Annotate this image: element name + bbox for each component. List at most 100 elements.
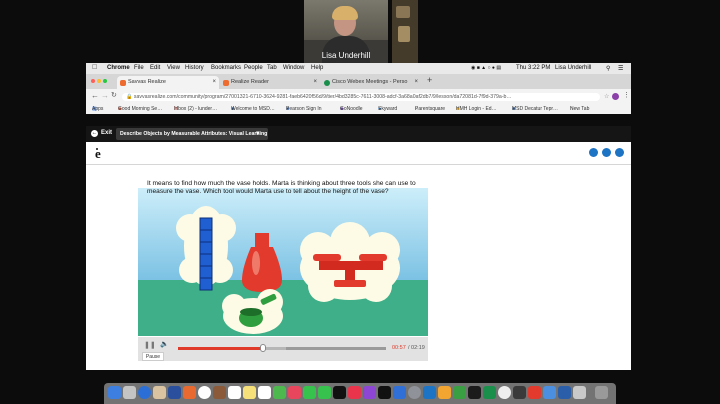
messages-icon[interactable] bbox=[303, 386, 316, 399]
photos-icon[interactable] bbox=[288, 386, 301, 399]
finder-icon[interactable] bbox=[108, 386, 121, 399]
progress-track[interactable] bbox=[178, 344, 386, 352]
news-icon[interactable] bbox=[333, 386, 346, 399]
notes-icon[interactable] bbox=[243, 386, 256, 399]
close-tab-icon[interactable]: × bbox=[313, 76, 317, 89]
music-icon[interactable] bbox=[348, 386, 361, 399]
video-illustration bbox=[176, 206, 400, 334]
chat-icon[interactable] bbox=[615, 148, 624, 157]
bookmark-label: GoNoodle bbox=[340, 106, 363, 112]
exit-button[interactable]: Exit bbox=[101, 130, 112, 136]
exit-arrow-icon[interactable]: ← bbox=[91, 130, 98, 137]
bookmarks-bar: ▦ Apps ■ Good Morning Se… M Inbox (2) - … bbox=[86, 102, 631, 113]
menu-item-history[interactable]: History bbox=[185, 65, 204, 71]
menu-item-bookmarks[interactable]: Bookmarks bbox=[211, 65, 241, 71]
menu-item-view[interactable]: View bbox=[167, 65, 180, 71]
bookmark-label: Apps bbox=[92, 106, 104, 112]
chrome-icon[interactable] bbox=[198, 386, 211, 399]
keynote-icon[interactable] bbox=[423, 386, 436, 399]
menu-item-help[interactable]: Help bbox=[311, 65, 323, 71]
cisco-webex-meetings-icon[interactable] bbox=[483, 386, 496, 399]
measuring-cup-thought-cloud bbox=[222, 289, 283, 334]
scrubber-handle[interactable] bbox=[260, 344, 267, 352]
bookmark-star-icon[interactable]: ☆ bbox=[604, 93, 609, 100]
text-size-icon[interactable] bbox=[602, 148, 611, 157]
volume-icon[interactable]: 🔈 bbox=[160, 340, 169, 348]
menu-item-chrome[interactable]: Chrome bbox=[107, 65, 130, 71]
menu-clock[interactable]: Thu 3:22 PM bbox=[516, 65, 550, 71]
lesson-title-dropdown[interactable]: Describe Objects by Measurable Attribute… bbox=[116, 128, 268, 140]
reminders-icon[interactable] bbox=[258, 386, 271, 399]
downloads-icon[interactable] bbox=[573, 386, 586, 399]
tab-realize-reader[interactable]: Realize Reader × bbox=[220, 76, 320, 89]
calendar-icon[interactable] bbox=[228, 386, 241, 399]
webex-icon[interactable] bbox=[468, 386, 481, 399]
facetime-icon[interactable] bbox=[318, 386, 331, 399]
webcam-shelf-object bbox=[396, 6, 410, 18]
terminal-icon[interactable] bbox=[513, 386, 526, 399]
status-icons: ◉ ■ ▲ ○ ● ▤ bbox=[471, 65, 502, 71]
mac-dock bbox=[104, 383, 616, 404]
siri-icon[interactable] bbox=[123, 386, 136, 399]
more-options-icon[interactable]: ⋮ bbox=[623, 91, 630, 99]
podcasts-icon[interactable] bbox=[363, 386, 376, 399]
app-icon[interactable] bbox=[543, 386, 556, 399]
minimize-window-icon[interactable] bbox=[97, 79, 101, 83]
bookmark-label: Pearson Sign In bbox=[286, 106, 322, 112]
chrome-dock-icon[interactable] bbox=[498, 386, 511, 399]
maps-icon[interactable] bbox=[273, 386, 286, 399]
close-window-icon[interactable] bbox=[91, 79, 95, 83]
bookmark-label: Good Morning Se… bbox=[118, 106, 163, 112]
mail-icon[interactable] bbox=[153, 386, 166, 399]
browser-tab-bar: Savvas Realize × Realize Reader × Cisco … bbox=[86, 74, 631, 89]
pages-icon[interactable] bbox=[438, 386, 451, 399]
system-preferences-icon[interactable] bbox=[408, 386, 421, 399]
menu-item-edit[interactable]: Edit bbox=[150, 65, 160, 71]
menu-item-people[interactable]: People bbox=[244, 65, 263, 71]
participant-name: Lisa Underhill bbox=[321, 51, 371, 60]
menu-list-icon[interactable]: ☰ bbox=[618, 65, 623, 72]
address-bar[interactable]: 🔒 savvasrealize.com/community/program/27… bbox=[122, 93, 600, 101]
zoom-window-icon[interactable] bbox=[103, 79, 107, 83]
menu-item-tab[interactable]: Tab bbox=[267, 65, 277, 71]
reload-icon[interactable]: ↻ bbox=[111, 91, 117, 99]
savvas-favicon-icon bbox=[223, 80, 229, 86]
profile-avatar[interactable] bbox=[612, 93, 619, 100]
tab-savvas-realize[interactable]: Savvas Realize × bbox=[117, 76, 219, 89]
trash-icon[interactable] bbox=[595, 386, 608, 399]
tv-icon[interactable] bbox=[378, 386, 391, 399]
envision-logo-icon: e bbox=[94, 146, 107, 161]
svg-text:e: e bbox=[95, 147, 101, 160]
menu-user[interactable]: Lisa Underhill bbox=[555, 65, 591, 71]
tab-cisco-webex[interactable]: Cisco Webex Meetings - Perso × bbox=[321, 76, 421, 89]
menu-item-window[interactable]: Window bbox=[283, 65, 304, 71]
forward-icon[interactable]: → bbox=[101, 91, 109, 100]
tab-label: Cisco Webex Meetings - Perso bbox=[332, 79, 408, 85]
photo-booth-icon[interactable] bbox=[183, 386, 196, 399]
close-tab-icon[interactable]: × bbox=[414, 76, 418, 89]
lesson-video[interactable] bbox=[138, 188, 428, 336]
pause-icon[interactable]: ❚❚ bbox=[144, 341, 156, 349]
contacts-icon[interactable] bbox=[213, 386, 226, 399]
search-icon[interactable]: ⚲ bbox=[606, 65, 610, 72]
safari-icon[interactable] bbox=[138, 386, 151, 399]
cube-tower-thought-cloud bbox=[176, 206, 236, 291]
new-tab-button[interactable]: + bbox=[427, 75, 432, 85]
tab-label: Savvas Realize bbox=[128, 79, 166, 85]
app-icon[interactable] bbox=[558, 386, 571, 399]
back-icon[interactable]: ← bbox=[91, 91, 99, 100]
launchpad-icon[interactable] bbox=[168, 386, 181, 399]
menu-item-file[interactable]: File bbox=[134, 65, 144, 71]
apple-icon[interactable]:  bbox=[92, 64, 97, 71]
question-text: It means to find how much the vase holds… bbox=[147, 180, 416, 195]
glossary-icon[interactable] bbox=[589, 148, 598, 157]
close-tab-icon[interactable]: × bbox=[212, 76, 216, 89]
app-icon[interactable] bbox=[528, 386, 541, 399]
chevron-down-icon: ▾ bbox=[256, 130, 260, 137]
savvas-favicon-icon bbox=[120, 80, 126, 86]
webcam-side-strip bbox=[392, 0, 418, 63]
app-store-icon[interactable] bbox=[393, 386, 406, 399]
header-divider bbox=[86, 164, 631, 165]
numbers-icon[interactable] bbox=[453, 386, 466, 399]
mac-menu-bar:  Chrome File Edit View History Bookmark… bbox=[86, 63, 631, 74]
